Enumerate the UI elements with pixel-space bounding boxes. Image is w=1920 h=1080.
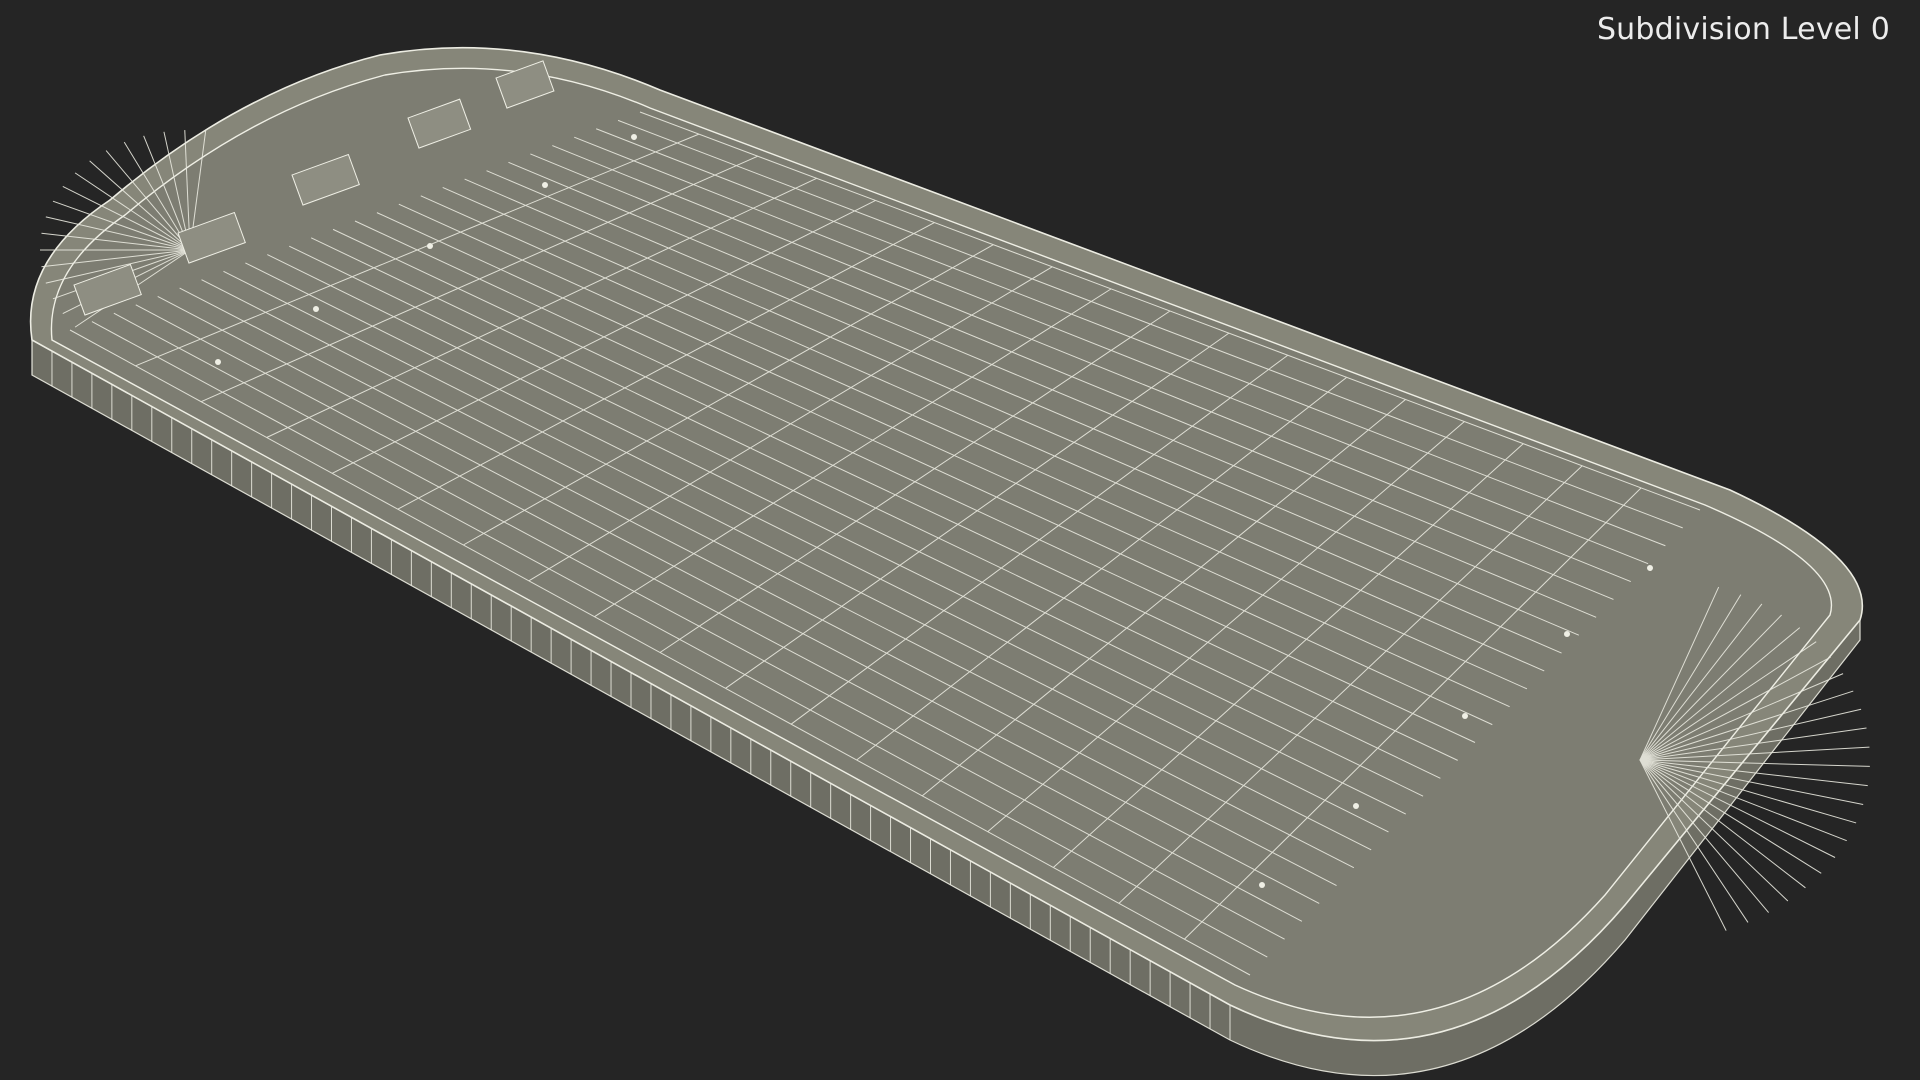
subdivision-level-label: Subdivision Level 0 [1596, 12, 1890, 47]
rink-wireframe-svg [29, 46, 1870, 1077]
3d-viewport[interactable]: Subdivision Level 0 [0, 0, 1920, 1080]
